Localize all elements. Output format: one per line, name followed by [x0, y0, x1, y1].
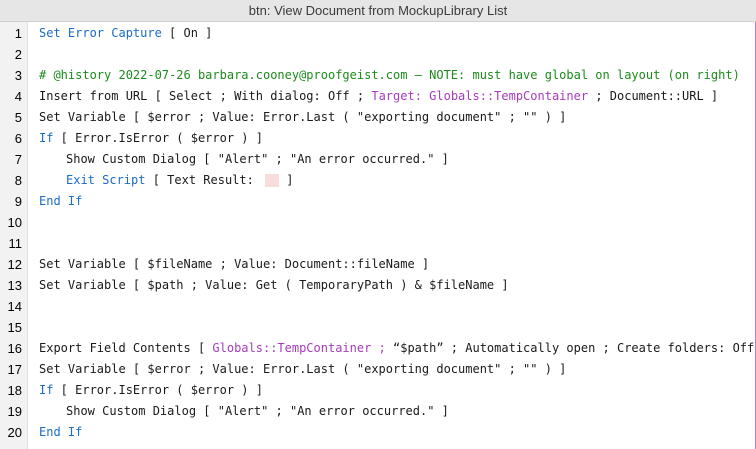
line-number: 2	[14, 47, 22, 62]
script-text: Set Variable [ $fileName ; Value: Docume…	[39, 257, 430, 271]
script-text: [ Error.IsError ( $error ) ]	[53, 383, 263, 397]
script-text: [ On ]	[161, 26, 213, 40]
script-step-line[interactable]: 7 Show Custom Dialog [ "Alert" ; "An erro…	[0, 149, 755, 170]
script-text: ]	[279, 173, 294, 187]
script-step-text: Insert from URL [ Select ; With dialog: …	[39, 86, 718, 107]
script-step-line[interactable]: 19 Show Custom Dialog [ "Alert" ; "An err…	[0, 401, 755, 422]
line-number: 5	[14, 110, 22, 125]
script-keyword: Set Error Capture	[39, 26, 162, 40]
script-text: [ Text Result:	[145, 173, 262, 187]
line-number: 19	[7, 404, 22, 419]
script-text: [ Error.IsError ( $error ) ]	[53, 131, 263, 145]
line-number: 15	[7, 320, 22, 335]
script-step-text: Export Field Contents [ Globals::TempCon…	[39, 338, 756, 359]
line-number: 9	[14, 194, 22, 209]
script-text: Set Variable [ $error ; Value: Error.Las…	[39, 362, 567, 376]
line-number: 17	[7, 362, 22, 377]
script-step-text: Show Custom Dialog [ "Alert" ; "An error…	[66, 149, 449, 170]
script-step-text: Show Custom Dialog [ "Alert" ; "An error…	[66, 401, 449, 422]
script-step-line[interactable]: 16 Export Field Contents [ Globals::TempC…	[0, 338, 755, 359]
line-number: 8	[14, 173, 22, 188]
script-text: Set Variable [ $error ; Value: Error.Las…	[39, 110, 567, 124]
script-keyword: End If	[39, 425, 83, 439]
script-text: Set Variable [ $path ; Value: Get ( Temp…	[39, 278, 509, 292]
script-step-line[interactable]: 13 Set Variable [ $path ; Value: Get ( Te…	[0, 275, 755, 296]
line-number: 12	[7, 257, 22, 272]
script-step-line[interactable]: 9 End If	[0, 191, 755, 212]
script-comment: # @history 2022-07-26 barbara.cooney@pro…	[39, 68, 740, 82]
line-number: 4	[14, 89, 22, 104]
window-title: btn: View Document from MockupLibrary Li…	[0, 0, 756, 22]
line-number: 14	[7, 299, 22, 314]
script-step-line[interactable]: 1 Set Error Capture [ On ]	[0, 23, 755, 44]
script-step-text: Set Variable [ $error ; Value: Error.Las…	[39, 359, 566, 380]
script-step-line[interactable]: 3 # @history 2022-07-26 barbara.cooney@pr…	[0, 65, 755, 86]
script-text: ; Document::URL ]	[588, 89, 719, 103]
script-text: Show Custom Dialog [ "Alert" ; "An error…	[66, 152, 449, 166]
script-step-line[interactable]: 5 Set Variable [ $error ; Value: Error.La…	[0, 107, 755, 128]
script-step-line[interactable]: 15	[0, 317, 755, 338]
script-step-text: Set Error Capture [ On ]	[39, 23, 212, 44]
script-step-text: Set Variable [ $path ; Value: Get ( Temp…	[39, 275, 509, 296]
script-keyword: End If	[39, 194, 83, 208]
script-step-text: Set Variable [ $error ; Value: Error.Las…	[39, 107, 566, 128]
script-step-line[interactable]: 12 Set Variable [ $fileName ; Value: Docu…	[0, 254, 755, 275]
field-reference: Target: Globals::TempContainer	[371, 89, 589, 103]
script-text: Export Field Contents [	[39, 341, 213, 355]
script-step-line[interactable]: 10	[0, 212, 755, 233]
script-step-line[interactable]: 17 Set Variable [ $error ; Value: Error.L…	[0, 359, 755, 380]
empty-result-field	[265, 174, 280, 187]
line-number: 20	[7, 425, 22, 440]
line-number: 11	[8, 236, 23, 251]
line-number: 18	[7, 383, 22, 398]
script-text: Insert from URL [ Select ; With dialog: …	[39, 89, 372, 103]
script-editor[interactable]: 1 Set Error Capture [ On ] 2 3 # @history 20…	[0, 22, 755, 449]
script-keyword: If	[39, 131, 54, 145]
script-text: Show Custom Dialog [ "Alert" ; "An error…	[66, 404, 449, 418]
script-step-line[interactable]: 6 If [ Error.IsError ( $error ) ]	[0, 128, 755, 149]
script-step-text: Set Variable [ $fileName ; Value: Docume…	[39, 254, 429, 275]
script-step-text: # @history 2022-07-26 barbara.cooney@pro…	[39, 65, 740, 86]
script-step-text: If [ Error.IsError ( $error ) ]	[39, 128, 263, 149]
line-number: 3	[14, 68, 22, 83]
script-step-line[interactable]: 18 If [ Error.IsError ( $error ) ]	[0, 380, 755, 401]
script-step-text: Exit Script [ Text Result: ]	[66, 170, 294, 191]
script-text: “$path” ; Automatically open ; Create fo…	[385, 341, 756, 355]
line-number: 1	[14, 26, 22, 41]
script-step-line[interactable]: 20 End If	[0, 422, 755, 443]
script-step-text: End If	[39, 422, 82, 443]
script-step-text: End If	[39, 191, 82, 212]
line-number: 16	[7, 341, 22, 356]
line-number: 10	[7, 215, 22, 230]
script-keyword: If	[39, 383, 54, 397]
line-number: 6	[14, 131, 22, 146]
script-step-text: If [ Error.IsError ( $error ) ]	[39, 380, 263, 401]
script-keyword: Exit Script	[66, 173, 146, 187]
field-reference: Globals::TempContainer ;	[212, 341, 386, 355]
script-step-line[interactable]: 14	[0, 296, 755, 317]
script-step-line[interactable]: 2	[0, 44, 755, 65]
script-step-line[interactable]: 8 Exit Script [ Text Result: ]	[0, 170, 755, 191]
line-number: 13	[7, 278, 22, 293]
line-number: 7	[14, 152, 22, 167]
script-step-line[interactable]: 11	[0, 233, 755, 254]
script-step-line[interactable]: 4 Insert from URL [ Select ; With dialog:…	[0, 86, 755, 107]
